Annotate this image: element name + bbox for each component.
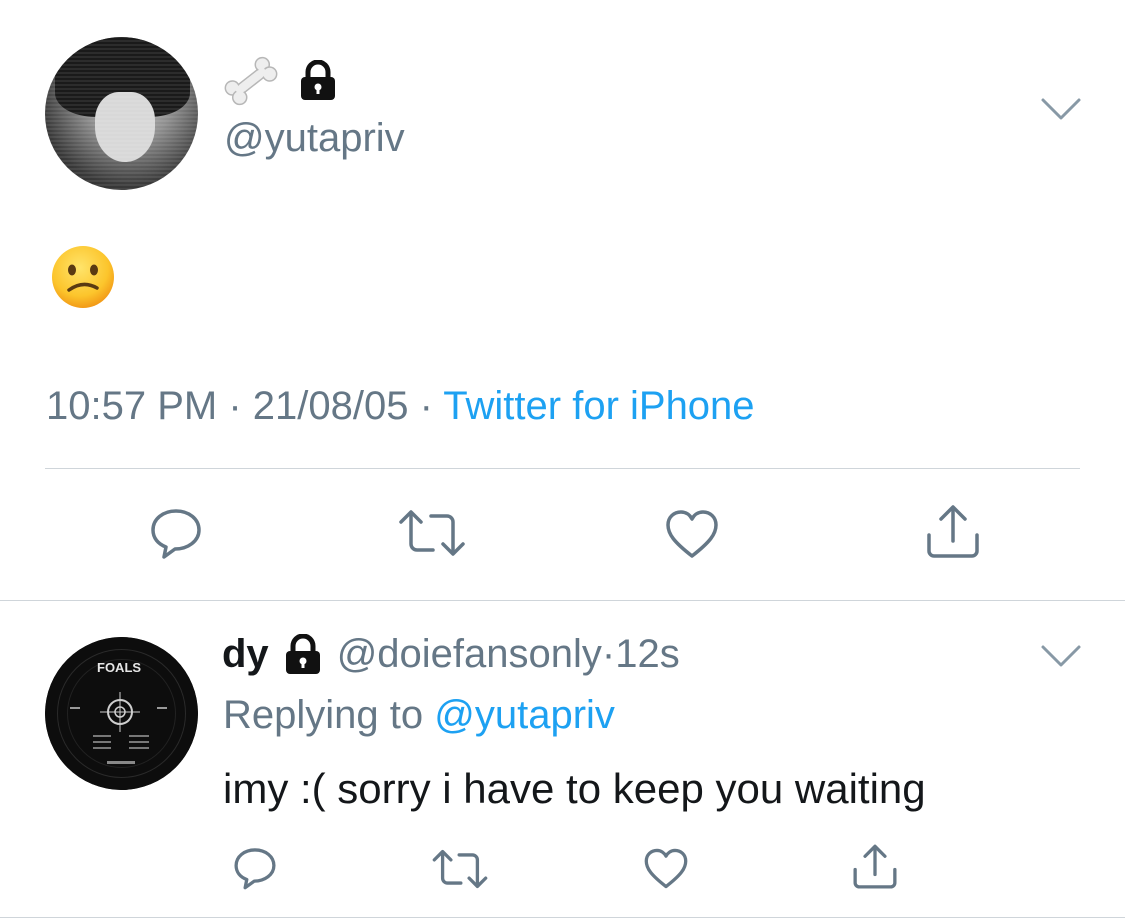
replying-to-handle[interactable]: @yutapriv (434, 693, 615, 737)
share-icon[interactable] (851, 843, 899, 891)
avatar[interactable]: FOALS (45, 637, 198, 790)
reply-icon[interactable] (148, 505, 204, 561)
reply-icon[interactable] (232, 845, 278, 891)
reply-text: imy :( sorry i have to keep you waiting (223, 765, 926, 812)
retweet-icon[interactable] (431, 848, 489, 890)
divider (0, 917, 1125, 918)
album-label: FOALS (97, 660, 141, 675)
like-icon[interactable] (664, 508, 720, 560)
tweet-metadata: 10:57 PM · 21/08/05 · Twitter for iPhone (46, 384, 755, 428)
retweet-icon[interactable] (397, 508, 467, 558)
reply-header: dy @doiefansonly · 12s (222, 632, 680, 677)
bone-icon (222, 55, 280, 107)
tweet-time: 10:57 PM (46, 384, 218, 428)
tweet-date: 21/08/05 (252, 384, 409, 428)
lock-icon (298, 60, 338, 102)
confused-face-icon (50, 244, 116, 310)
tweet-source-link[interactable]: Twitter for iPhone (443, 384, 754, 428)
share-icon[interactable] (924, 503, 982, 561)
reply-handle[interactable]: @doiefansonly (337, 632, 602, 677)
display-name[interactable] (222, 55, 338, 107)
divider (0, 600, 1125, 601)
divider (45, 468, 1080, 469)
reply-time: 12s (615, 632, 680, 676)
reply-display-name[interactable]: dy (222, 632, 269, 677)
replying-to: Replying to @yutapriv (223, 693, 615, 737)
like-icon[interactable] (643, 847, 689, 890)
lock-icon (283, 633, 323, 676)
avatar[interactable] (45, 37, 198, 190)
user-handle[interactable]: @yutapriv (224, 116, 405, 161)
chevron-down-icon[interactable] (1040, 643, 1082, 669)
chevron-down-icon[interactable] (1040, 96, 1082, 122)
